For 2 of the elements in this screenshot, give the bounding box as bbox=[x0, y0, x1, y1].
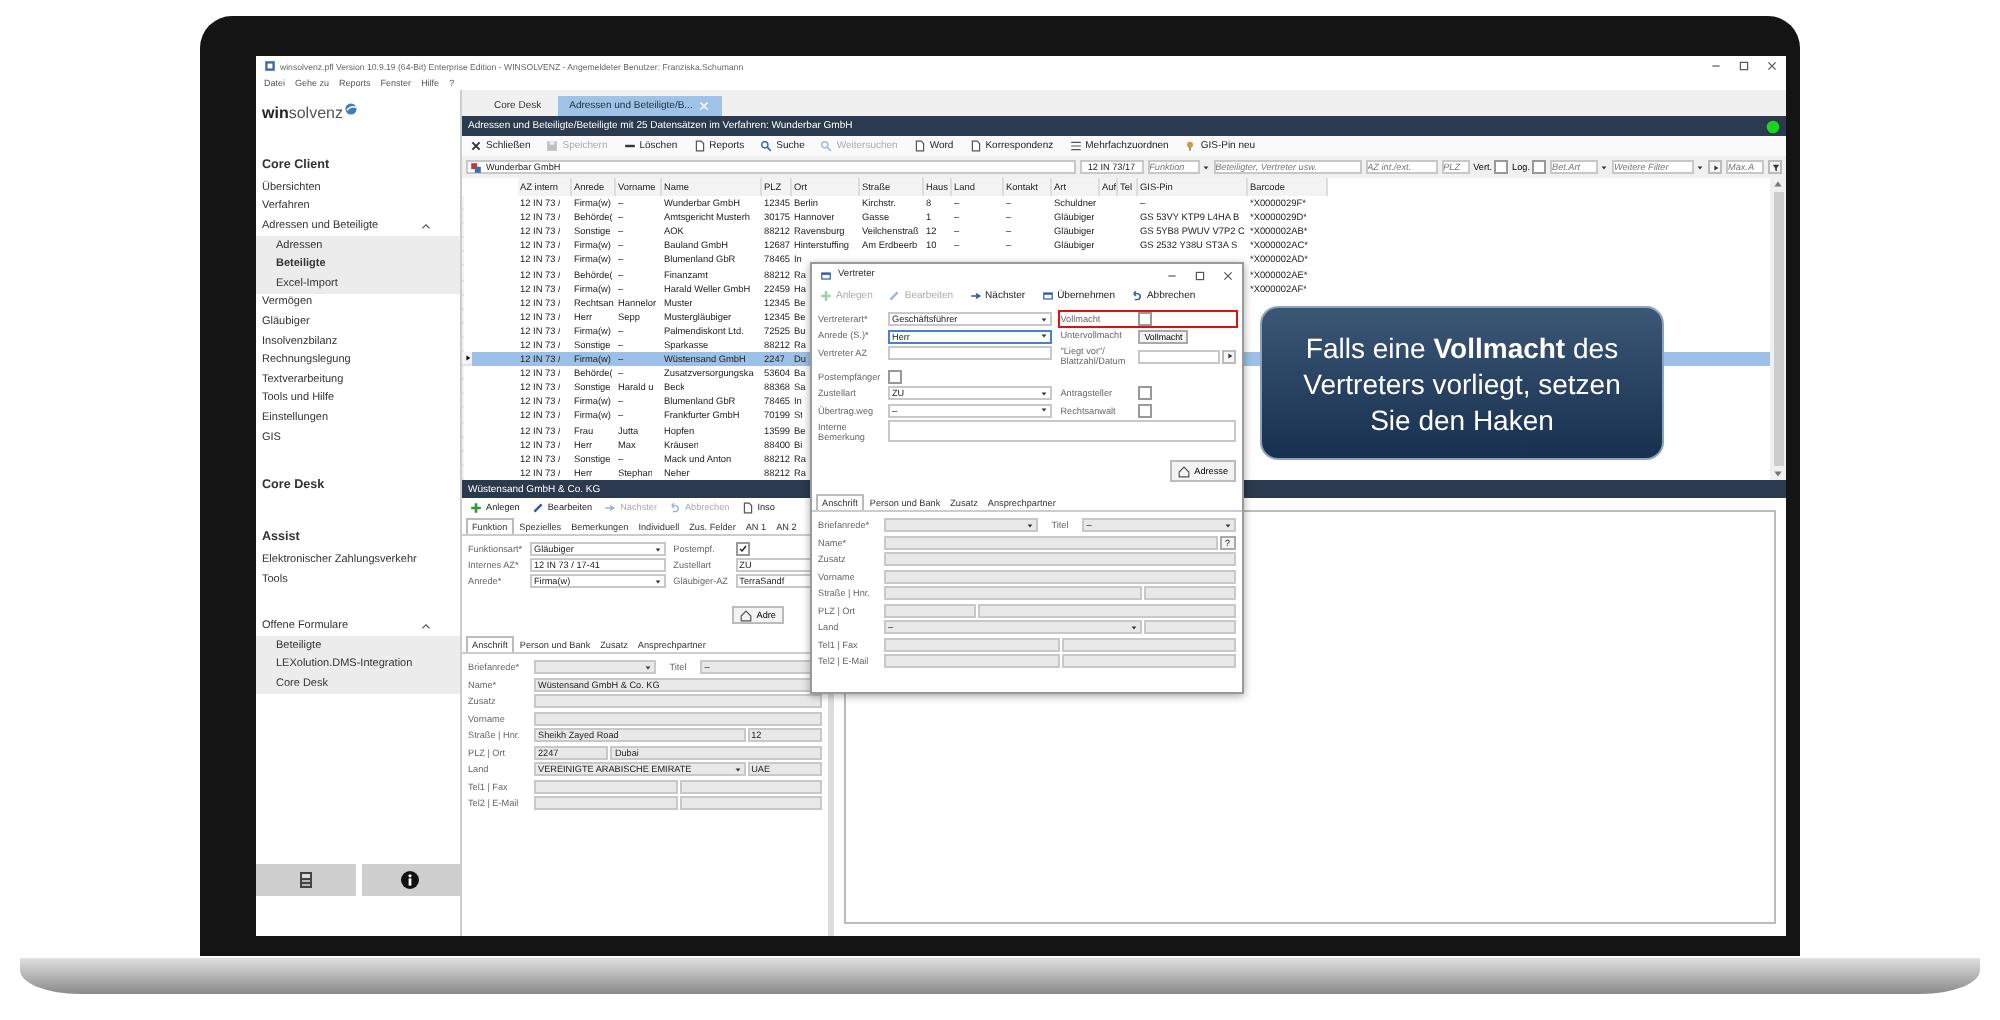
callout-text: Falls eine Vollmacht des Vertreters vorliegt, setzen Sie den Haken bbox=[1301, 329, 1623, 437]
logo-text: winsolvenz bbox=[262, 103, 343, 121]
